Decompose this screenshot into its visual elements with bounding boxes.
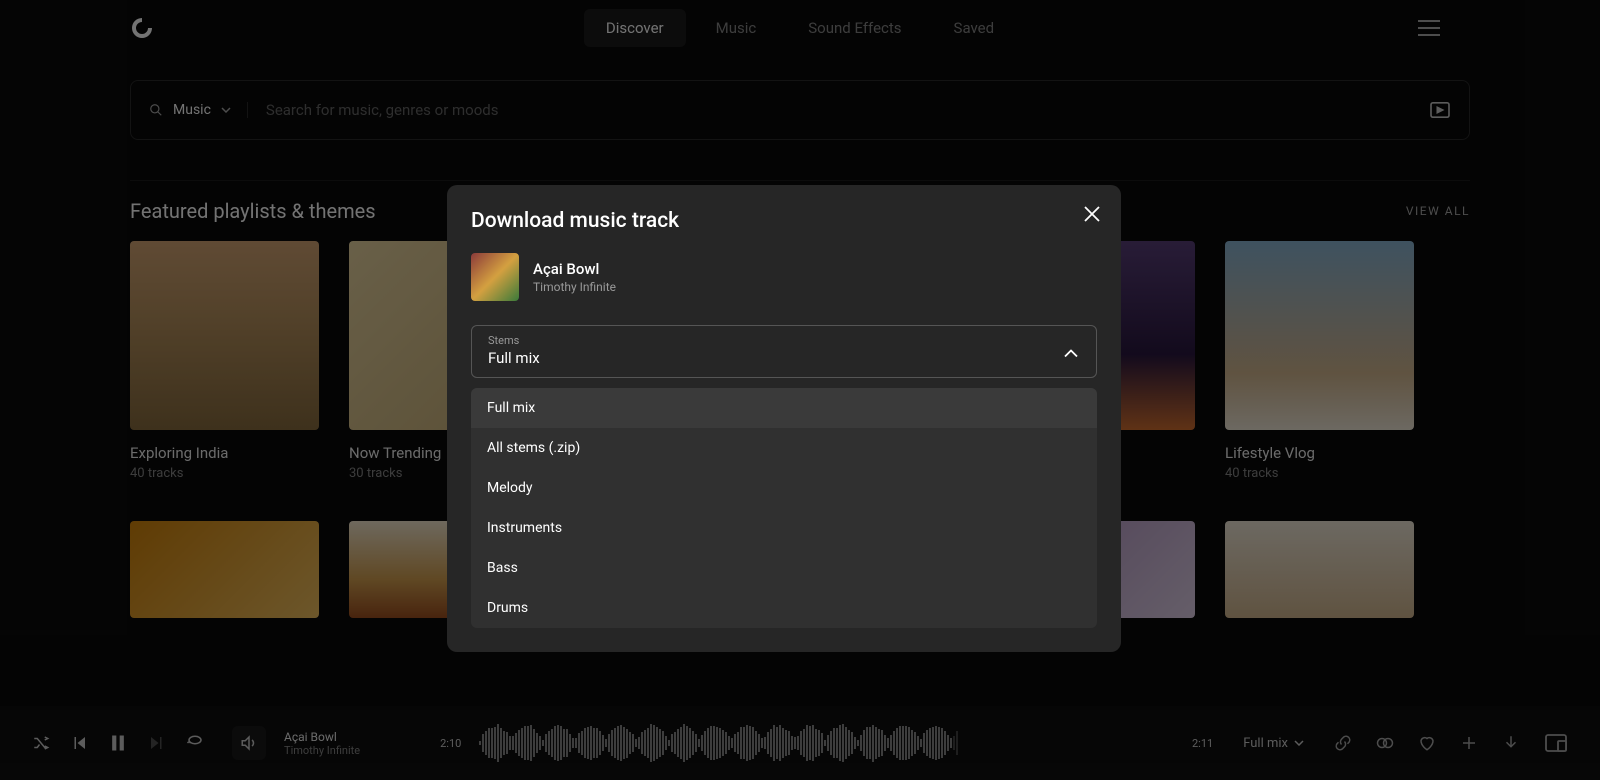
track-artwork: [471, 253, 519, 301]
stems-option-drums[interactable]: Drums: [471, 588, 1097, 628]
modal-track-info: Açai Bowl Timothy Infinite: [471, 253, 1097, 301]
stems-label: Stems: [488, 334, 1080, 347]
download-modal: Download music track Açai Bowl Timothy I…: [447, 185, 1121, 652]
close-button[interactable]: [1083, 205, 1101, 223]
stems-option-full-mix[interactable]: Full mix: [471, 388, 1097, 428]
chevron-up-icon: [1064, 342, 1078, 361]
track-artist: Timothy Infinite: [533, 280, 616, 294]
stems-option-instruments[interactable]: Instruments: [471, 508, 1097, 548]
close-icon: [1083, 205, 1101, 223]
modal-title: Download music track: [471, 209, 1097, 233]
stems-option-bass[interactable]: Bass: [471, 548, 1097, 588]
stems-dropdown: Full mix All stems (.zip) Melody Instrum…: [471, 388, 1097, 628]
stems-select[interactable]: Stems Full mix: [471, 325, 1097, 378]
stems-option-melody[interactable]: Melody: [471, 468, 1097, 508]
track-name: Açai Bowl: [533, 260, 616, 278]
stems-option-all-stems[interactable]: All stems (.zip): [471, 428, 1097, 468]
stems-value: Full mix: [488, 349, 1080, 367]
